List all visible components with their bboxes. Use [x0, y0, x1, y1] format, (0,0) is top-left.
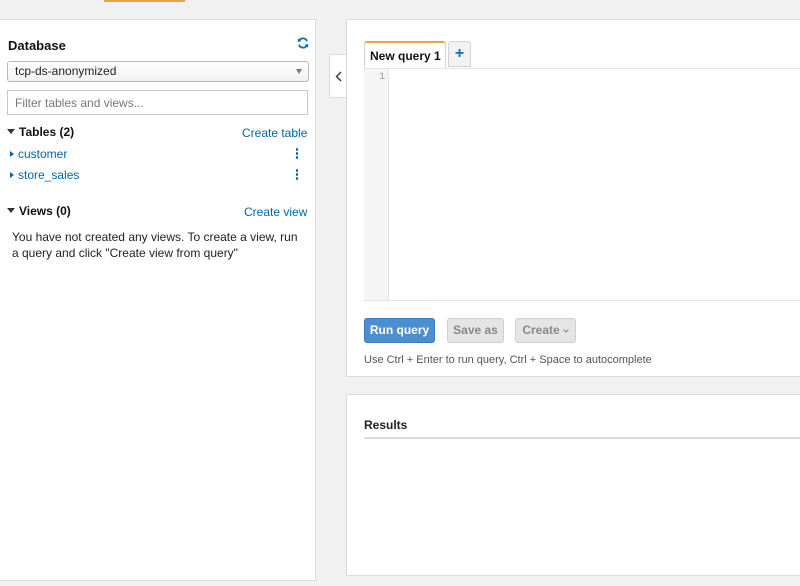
- tables-section-header: Tables (2): [19, 125, 75, 139]
- create-button-label: Create: [522, 323, 560, 337]
- top-nav-active-indicator: [104, 0, 185, 2]
- table-item-customer[interactable]: customer: [10, 147, 67, 161]
- caret-down-icon: [7, 129, 15, 134]
- create-view-link[interactable]: Create view: [244, 205, 307, 219]
- refresh-icon[interactable]: [297, 37, 309, 49]
- results-panel: Results: [346, 394, 800, 576]
- kebab-icon[interactable]: [295, 169, 299, 180]
- views-empty-message: You have not created any views. To creat…: [12, 230, 298, 260]
- caret-down-icon: [296, 69, 302, 74]
- kebab-icon[interactable]: [295, 148, 299, 159]
- database-sidebar: Database tcp-ds-anonymized Tables (2) Cr…: [0, 19, 316, 581]
- tables-section-toggle[interactable]: Tables (2): [7, 125, 74, 139]
- chevron-down-icon: [562, 329, 569, 333]
- results-divider: [364, 437, 800, 439]
- query-editor-panel: New query 1 + 1 Run query Save as Create…: [346, 19, 800, 377]
- filter-tables-input[interactable]: [7, 90, 308, 115]
- line-number-gutter: 1: [364, 69, 389, 300]
- database-select[interactable]: tcp-ds-anonymized: [7, 61, 309, 82]
- create-dropdown-button[interactable]: Create: [515, 318, 576, 343]
- results-title: Results: [364, 418, 408, 432]
- table-item-label: store_sales: [18, 168, 80, 182]
- run-query-button[interactable]: Run query: [364, 318, 435, 343]
- collapse-sidebar-button[interactable]: [329, 54, 347, 98]
- caret-right-icon: [10, 151, 14, 157]
- create-table-link[interactable]: Create table: [242, 126, 307, 140]
- database-select-value: tcp-ds-anonymized: [15, 64, 117, 78]
- chevron-left-icon: [335, 71, 342, 82]
- views-section-toggle[interactable]: Views (0): [7, 204, 71, 218]
- sql-code-editor[interactable]: 1: [364, 68, 800, 301]
- save-as-button[interactable]: Save as: [447, 318, 504, 343]
- caret-down-icon: [7, 208, 15, 213]
- caret-right-icon: [10, 172, 14, 178]
- line-number: 1: [378, 72, 385, 83]
- add-query-tab-button[interactable]: +: [448, 41, 471, 67]
- views-section-header: Views (0): [19, 204, 71, 218]
- tab-new-query-1[interactable]: New query 1: [364, 41, 446, 70]
- table-item-label: customer: [18, 147, 68, 161]
- keyboard-hint: Use Ctrl + Enter to run query, Ctrl + Sp…: [364, 354, 652, 366]
- table-item-store-sales[interactable]: store_sales: [10, 168, 79, 182]
- database-title: Database: [8, 38, 66, 53]
